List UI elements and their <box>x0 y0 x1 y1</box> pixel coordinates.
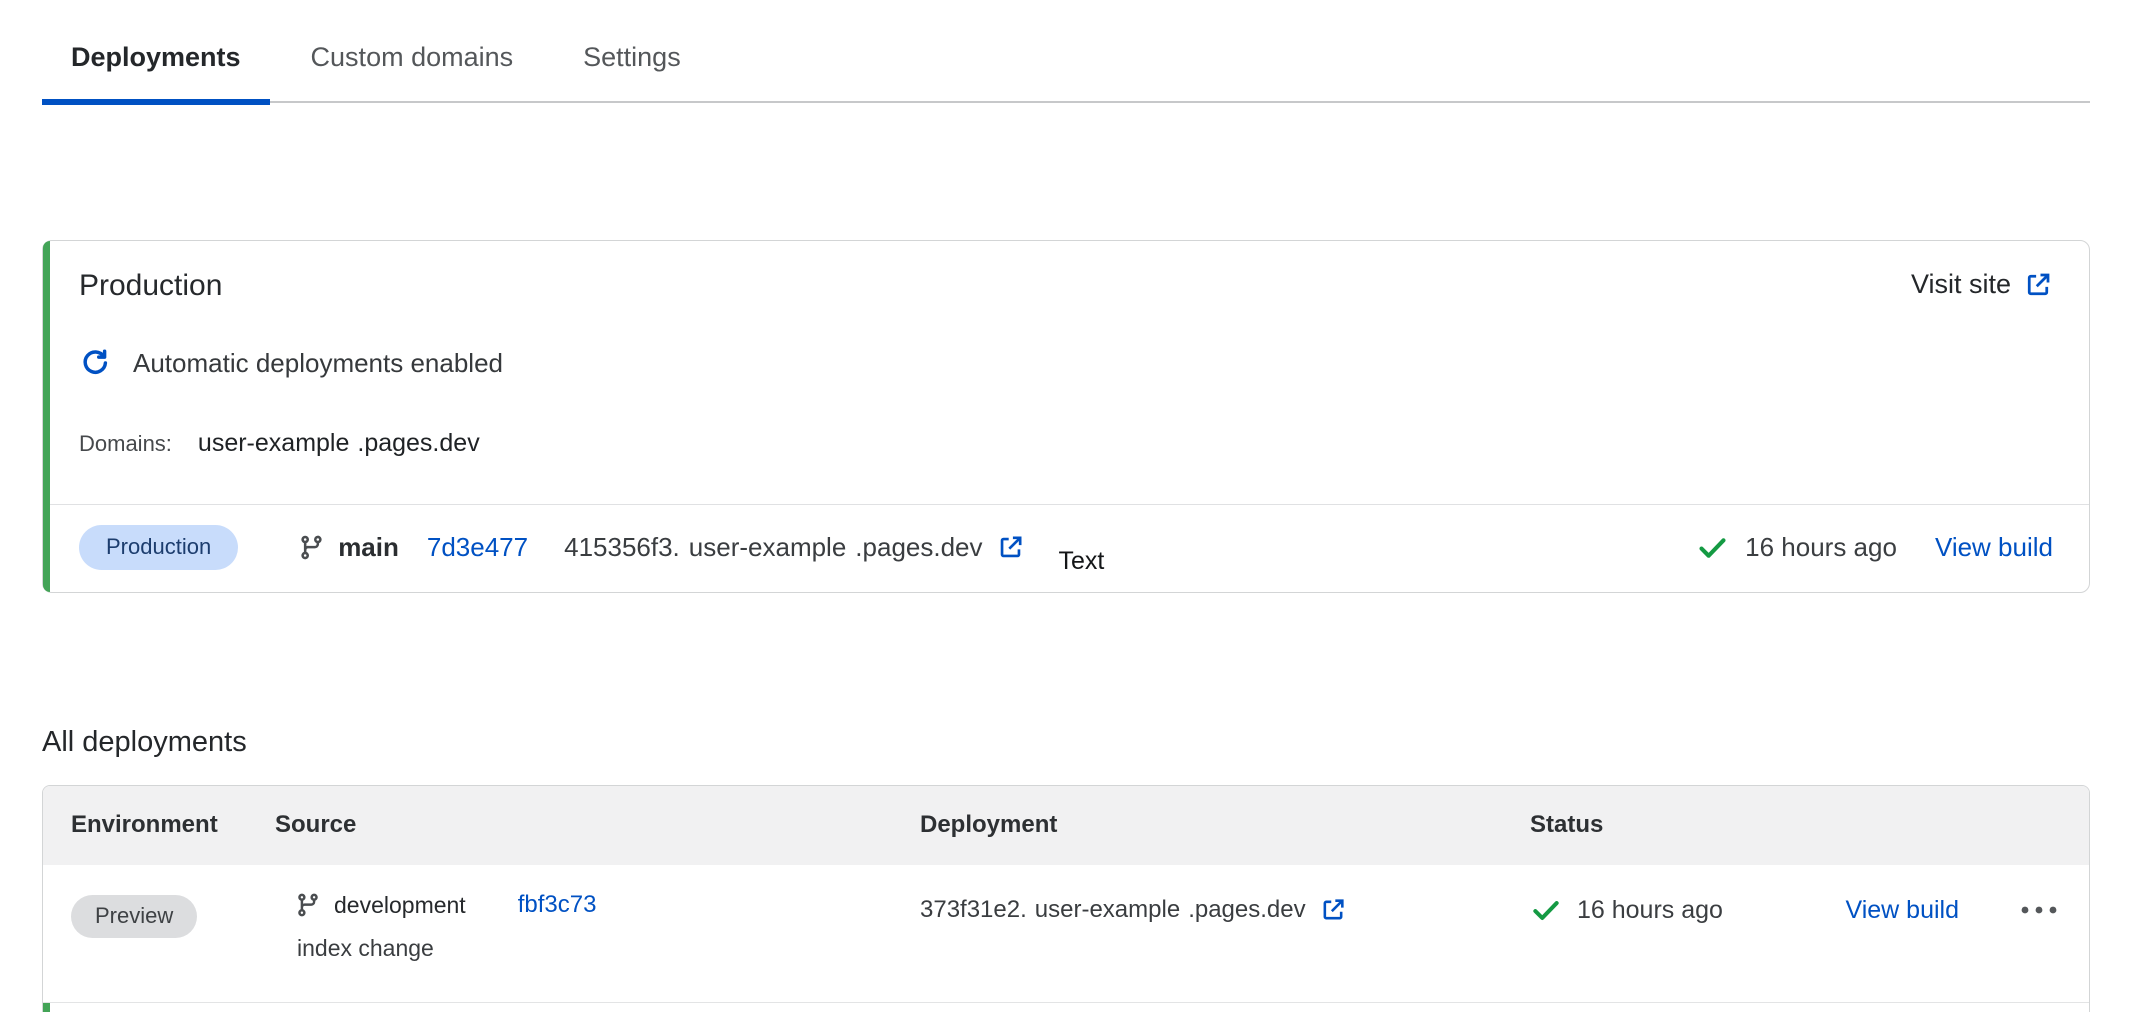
table-row: Preview development fbf3c73 index change… <box>43 865 2089 1002</box>
deployment-id: 373f31e2. <box>920 896 1027 924</box>
text-annotation: Text <box>1059 547 1105 576</box>
branch-name: main <box>338 532 399 563</box>
all-deployments-heading: All deployments <box>42 726 2132 759</box>
more-options-icon[interactable] <box>2017 894 2061 926</box>
tab-custom-domains[interactable]: Custom domains <box>282 26 543 101</box>
deployment-domain-suffix: .pages.dev <box>1188 896 1305 924</box>
check-icon <box>1530 894 1562 926</box>
check-icon <box>1696 531 1729 564</box>
external-link-icon[interactable] <box>996 533 1025 562</box>
deployment-time: 16 hours ago <box>1577 896 1723 925</box>
tab-bar: Deployments Custom domains Settings <box>42 26 2090 103</box>
deployment-domain: user-example <box>689 532 847 563</box>
commit-link[interactable]: fbf3c73 <box>518 891 597 919</box>
production-card: Production Visit site Automa <box>42 240 2090 593</box>
table-header-row: Environment Source Deployment Status <box>43 786 2089 865</box>
deployment-id: 415356f3. <box>564 532 680 563</box>
branch-name: development <box>334 892 466 919</box>
refresh-icon <box>79 347 111 379</box>
deployment-url: 415356f3. user-example .pages.dev <box>564 532 1024 563</box>
deployment-domain-suffix: .pages.dev <box>855 532 982 563</box>
auto-deploy-status-text: Automatic deployments enabled <box>133 348 503 379</box>
external-link-icon[interactable] <box>1319 896 1347 924</box>
column-header-status: Status <box>1530 811 2089 839</box>
environment-badge-production: Production <box>79 525 238 570</box>
commit-message: index change <box>297 935 920 962</box>
visit-site-link[interactable]: Visit site <box>1911 269 2053 300</box>
visit-site-label: Visit site <box>1911 269 2011 300</box>
production-card-title: Production <box>79 269 222 303</box>
domains-label: Domains: <box>79 431 172 457</box>
table-row-partial <box>43 1002 2089 1012</box>
commit-link[interactable]: 7d3e477 <box>427 532 528 563</box>
deployment-domain: user-example <box>1035 896 1180 924</box>
domain-suffix: .pages.dev <box>357 429 479 458</box>
domain-name: user-example <box>198 429 349 458</box>
environment-badge-preview: Preview <box>71 895 197 938</box>
git-branch-icon <box>295 892 321 918</box>
tab-deployments[interactable]: Deployments <box>42 26 270 101</box>
column-header-deployment: Deployment <box>920 811 1530 839</box>
view-build-link[interactable]: View build <box>1845 896 1959 925</box>
external-link-icon <box>2023 270 2053 300</box>
git-branch-icon <box>298 534 325 561</box>
production-deployment-row: Production main 7d3e477 415356f3. user-e… <box>43 504 2089 592</box>
tab-settings[interactable]: Settings <box>554 26 710 101</box>
deployments-table: Environment Source Deployment Status Pre… <box>42 785 2090 1012</box>
view-build-link[interactable]: View build <box>1935 532 2053 563</box>
column-header-environment: Environment <box>43 811 275 839</box>
column-header-source: Source <box>275 811 920 839</box>
deployment-url: 373f31e2. user-example .pages.dev <box>920 891 1530 924</box>
deployment-time: 16 hours ago <box>1745 532 1897 563</box>
